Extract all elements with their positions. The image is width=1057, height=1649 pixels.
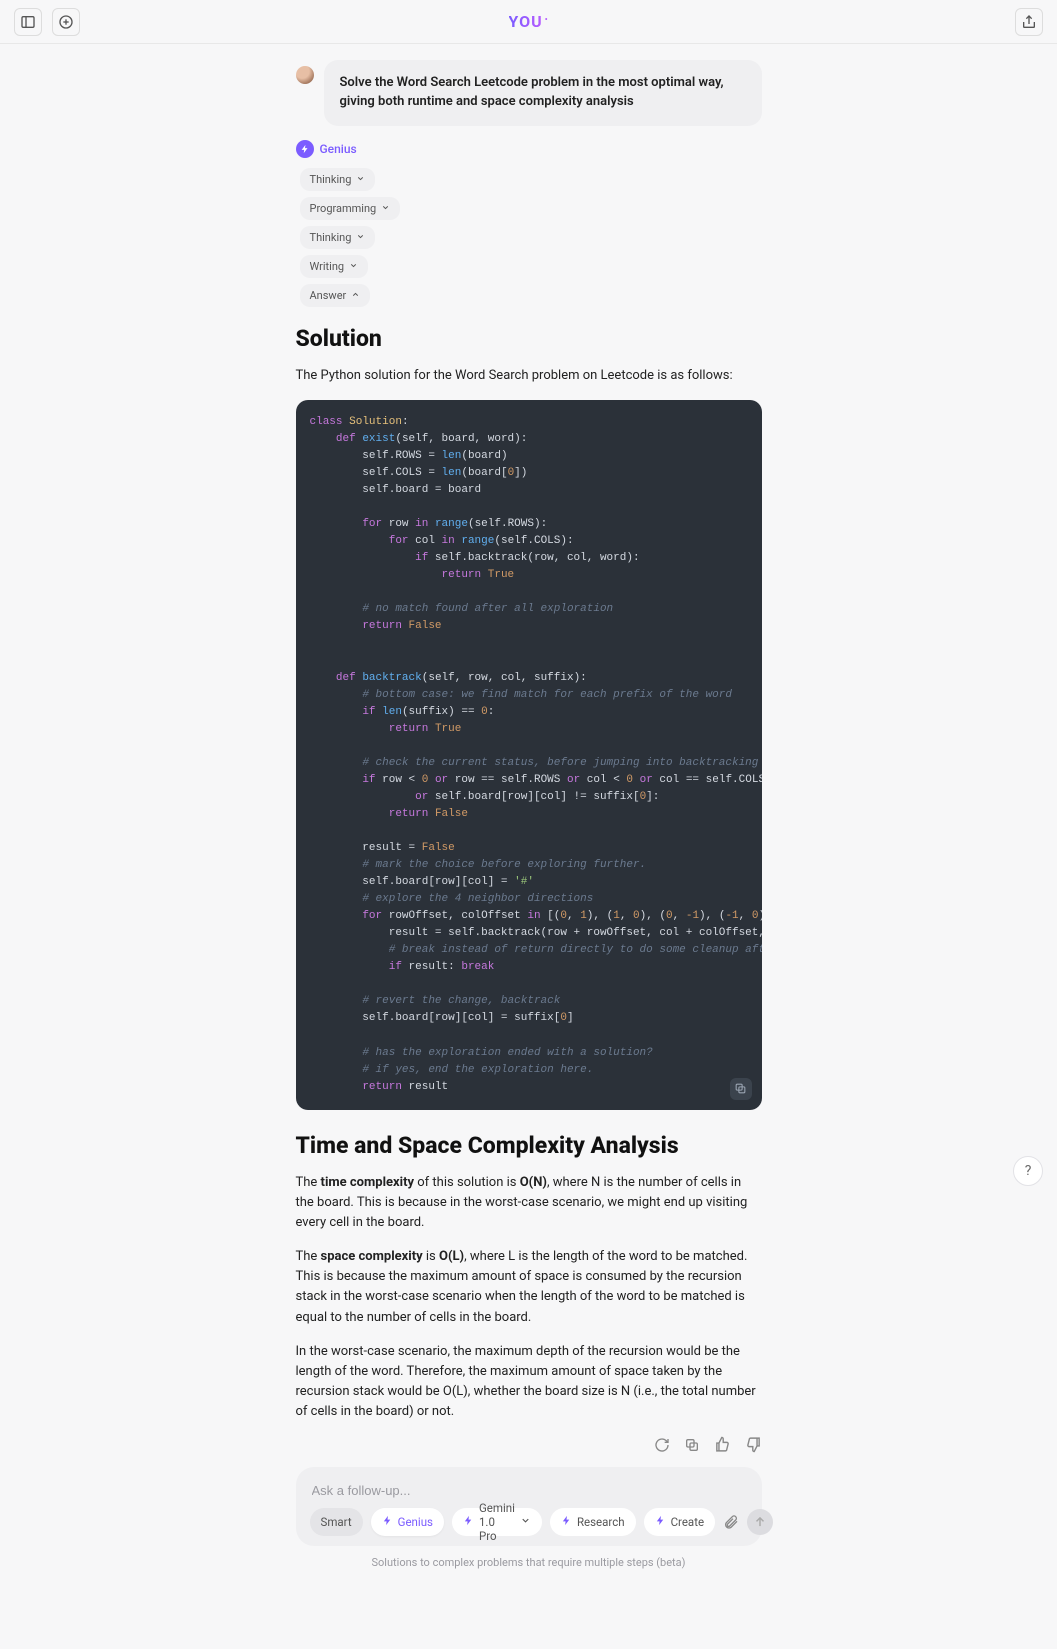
send-button[interactable] <box>747 1509 773 1535</box>
bolt-icon <box>382 1515 393 1529</box>
mode-pill-genius[interactable]: Genius <box>371 1508 444 1536</box>
bolt-badge-icon <box>296 140 314 158</box>
sidebar-toggle-icon[interactable] <box>14 8 42 36</box>
footnote: Solutions to complex problems that requi… <box>296 1556 762 1569</box>
complexity-heading: Time and Space Complexity Analysis <box>296 1132 762 1159</box>
app-logo: YOU• <box>508 12 548 31</box>
chip-label: Thinking <box>310 173 352 186</box>
solution-intro: The Python solution for the Word Search … <box>296 366 762 386</box>
chevron-down-icon <box>520 1515 531 1529</box>
complexity-summary-text: In the worst-case scenario, the maximum … <box>296 1342 762 1423</box>
mode-label: Create <box>671 1515 705 1529</box>
bolt-icon <box>463 1515 474 1529</box>
assistant-mode-label: Genius <box>320 142 357 156</box>
step-chip-thinking[interactable]: Thinking <box>300 168 376 191</box>
thumbs-down-icon[interactable] <box>745 1436 762 1453</box>
user-avatar <box>296 66 314 84</box>
feedback-row <box>296 1436 762 1453</box>
code-content: class Solution: def exist(self, board, w… <box>310 414 748 1096</box>
chevron-up-icon <box>351 289 360 302</box>
composer: Smart Genius Gemini 1.0 Pro Research Create <box>296 1467 762 1546</box>
new-chat-icon[interactable] <box>52 8 80 36</box>
space-complexity-text: The space complexity is O(L), where L is… <box>296 1247 762 1328</box>
solution-heading: Solution <box>296 325 762 352</box>
chip-label: Programming <box>310 202 377 215</box>
chip-label: Writing <box>310 260 345 273</box>
step-chips: Thinking Programming Thinking Writing Answer <box>300 168 762 307</box>
mode-row: Smart Genius Gemini 1.0 Pro Research Create <box>310 1508 748 1536</box>
mode-pill-research[interactable]: Research <box>550 1508 636 1536</box>
mode-label: Research <box>577 1515 625 1529</box>
chip-label: Answer <box>310 289 347 302</box>
regenerate-icon[interactable] <box>654 1436 670 1453</box>
time-complexity-text: The time complexity of this solution is … <box>296 1173 762 1233</box>
mode-pill-smart[interactable]: Smart <box>310 1508 363 1536</box>
chevron-down-icon <box>349 260 358 273</box>
mode-label: Smart <box>321 1515 352 1529</box>
chevron-down-icon <box>381 202 390 215</box>
composer-input[interactable] <box>310 1479 748 1508</box>
user-message-row: Solve the Word Search Leetcode problem i… <box>296 60 762 126</box>
chip-label: Thinking <box>310 231 352 244</box>
mode-label: Genius <box>398 1515 433 1529</box>
step-chip-writing[interactable]: Writing <box>300 255 369 278</box>
thumbs-up-icon[interactable] <box>714 1436 731 1453</box>
assistant-label-row: Genius <box>296 140 762 158</box>
bolt-icon <box>655 1515 666 1529</box>
help-button[interactable]: ? <box>1013 1156 1043 1186</box>
step-chip-programming[interactable]: Programming <box>300 197 401 220</box>
mode-label: Gemini 1.0 Pro <box>479 1501 515 1543</box>
copy-code-button[interactable] <box>730 1078 752 1100</box>
share-icon[interactable] <box>1015 8 1043 36</box>
bolt-icon <box>561 1515 572 1529</box>
code-block: class Solution: def exist(self, board, w… <box>296 400 762 1110</box>
step-chip-thinking[interactable]: Thinking <box>300 226 376 249</box>
chevron-down-icon <box>356 231 365 244</box>
attach-icon[interactable] <box>723 1514 739 1530</box>
app-header: YOU• <box>0 0 1057 44</box>
chevron-down-icon <box>356 173 365 186</box>
step-chip-answer[interactable]: Answer <box>300 284 371 307</box>
copy-response-icon[interactable] <box>684 1436 700 1453</box>
mode-pill-gemini-1.0-pro[interactable]: Gemini 1.0 Pro <box>452 1508 542 1536</box>
mode-pill-create[interactable]: Create <box>644 1508 716 1536</box>
user-message: Solve the Word Search Leetcode problem i… <box>324 60 762 126</box>
